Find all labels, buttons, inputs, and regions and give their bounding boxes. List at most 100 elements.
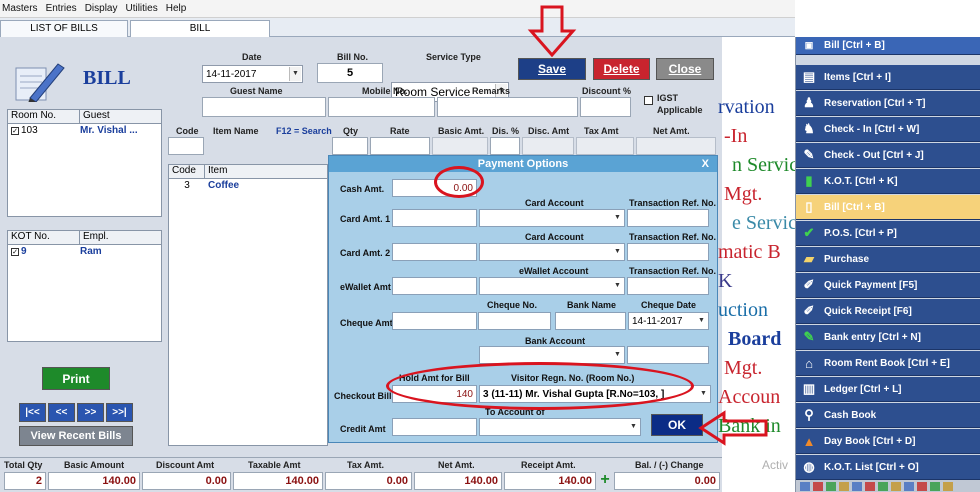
- tab-list-of-bills[interactable]: LIST OF BILLS: [0, 20, 128, 37]
- sidebar-item-bank-entry[interactable]: ✎ Bank entry [Ctrl + N]: [796, 325, 980, 350]
- item-code-input[interactable]: [168, 137, 204, 155]
- ok-button[interactable]: OK: [651, 414, 703, 436]
- dropdown-arrow-icon[interactable]: ▼: [696, 314, 707, 328]
- dis-pct-input[interactable]: [490, 137, 520, 155]
- shortcut-sidebar: ▣ Bill [Ctrl + B] ▤ Items [Ctrl + I] ♟ Res…: [795, 37, 980, 492]
- view-recent-bills-button[interactable]: View Recent Bills: [19, 426, 133, 446]
- discount-field[interactable]: [580, 97, 631, 117]
- guest-name-field[interactable]: [202, 97, 326, 117]
- sidebar-item-kot-list[interactable]: ◍ K.O.T. List [Ctrl + O]: [796, 455, 980, 480]
- card1-account-select[interactable]: ▼: [479, 209, 625, 227]
- card1-txn-ref-input[interactable]: [627, 209, 709, 227]
- cheque-date-label: Cheque Date: [641, 300, 697, 310]
- annotation-circle-checkout: [386, 362, 694, 410]
- sidebar-item-check-in[interactable]: ♞ Check - In [Ctrl + W]: [796, 117, 980, 142]
- bank-txn-ref-input[interactable]: [627, 346, 709, 364]
- ewallet-txn-ref-input[interactable]: [627, 277, 709, 295]
- sidebar-item-room-rent-book[interactable]: ⌂ Room Rent Book [Ctrl + E]: [796, 351, 980, 376]
- ewallet-amt-input[interactable]: [392, 277, 477, 295]
- sidebar-header[interactable]: ▣ Bill [Ctrl + B]: [796, 37, 980, 55]
- cheque-no-input[interactable]: [478, 312, 551, 330]
- tray-icon[interactable]: [930, 481, 940, 491]
- nav-first-button[interactable]: |<<: [19, 403, 46, 422]
- tray-icon[interactable]: [865, 481, 875, 491]
- dropdown-arrow-icon[interactable]: ▼: [612, 245, 623, 259]
- ewallet-label: eWallet Amt: [340, 282, 391, 292]
- tray-icon[interactable]: [917, 481, 927, 491]
- list-item[interactable]: ✓ 9 Ram: [8, 245, 161, 258]
- close-icon[interactable]: X: [702, 156, 709, 172]
- nav-next-button[interactable]: >>: [77, 403, 104, 422]
- to-account-select[interactable]: ▼: [479, 418, 641, 436]
- tray-icon[interactable]: [813, 481, 823, 491]
- txn-ref-label-1: Transaction Ref. No.: [629, 198, 717, 208]
- col-net-amt: Net Amt.: [653, 126, 690, 136]
- nav-last-button[interactable]: >>|: [106, 403, 133, 422]
- tray-icon[interactable]: [891, 481, 901, 491]
- dropdown-arrow-icon[interactable]: ▼: [612, 279, 623, 293]
- dropdown-arrow-icon[interactable]: ▼: [612, 211, 623, 225]
- card1-amt-input[interactable]: [392, 209, 477, 227]
- menu-entries[interactable]: Entries: [46, 3, 77, 14]
- tray-icon[interactable]: [852, 481, 862, 491]
- add-receipt-plus-icon[interactable]: +: [598, 472, 612, 488]
- save-button[interactable]: Save: [518, 58, 586, 80]
- menu-help[interactable]: Help: [166, 3, 187, 14]
- mobile-field[interactable]: [328, 97, 435, 117]
- card2-account-select[interactable]: ▼: [479, 243, 625, 261]
- dropdown-arrow-icon[interactable]: ▼: [289, 67, 301, 81]
- cheque-amt-input[interactable]: [392, 312, 477, 330]
- receipt-amt-label: Receipt Amt.: [521, 460, 576, 470]
- date-picker[interactable]: 14-11-2017 ▼: [202, 65, 303, 83]
- qty-input[interactable]: [332, 137, 368, 155]
- sidebar-item-ledger[interactable]: ▥ Ledger [Ctrl + L]: [796, 377, 980, 402]
- sidebar-item-purchase[interactable]: ▰ Purchase: [796, 247, 980, 272]
- sidebar-item-quick-receipt[interactable]: ✐ Quick Receipt [F6]: [796, 299, 980, 324]
- sidebar-item-bill[interactable]: ▯ Bill [Ctrl + B]: [796, 195, 980, 220]
- menu-masters[interactable]: Masters: [2, 3, 38, 14]
- menu-display[interactable]: Display: [85, 3, 118, 14]
- checkbox-checked-icon[interactable]: ✓: [11, 248, 19, 256]
- sidebar-item-kot[interactable]: ▮ K.O.T. [Ctrl + K]: [796, 169, 980, 194]
- print-button[interactable]: Print: [42, 367, 110, 390]
- tab-bill[interactable]: BILL: [130, 20, 270, 37]
- dropdown-arrow-icon[interactable]: ▼: [628, 420, 639, 434]
- remarks-field[interactable]: [437, 97, 578, 117]
- card2-amt-input[interactable]: [392, 243, 477, 261]
- menu-utilities[interactable]: Utilities: [125, 3, 157, 14]
- tray-icon[interactable]: [878, 481, 888, 491]
- bank-name-input[interactable]: [555, 312, 626, 330]
- igst-checkbox[interactable]: [644, 96, 653, 105]
- billno-field[interactable]: 5: [317, 63, 383, 83]
- sidebar-item-pos[interactable]: ✔ P.O.S. [Ctrl + P]: [796, 221, 980, 246]
- dropdown-arrow-icon[interactable]: ▼: [698, 387, 709, 401]
- tray-icon[interactable]: [904, 481, 914, 491]
- ewallet-account-select[interactable]: ▼: [479, 277, 625, 295]
- tray-icon[interactable]: [839, 481, 849, 491]
- cheque-date-picker[interactable]: 14-11-2017 ▼: [628, 312, 709, 330]
- list-item[interactable]: ✓ 103 Mr. Vishal ...: [8, 124, 161, 137]
- tray-icon[interactable]: [826, 481, 836, 491]
- table-row[interactable]: 3 Coffee: [169, 179, 327, 192]
- sidebar-item-items[interactable]: ▤ Items [Ctrl + I]: [796, 65, 980, 90]
- date-value: 14-11-2017: [206, 68, 257, 80]
- sidebar-item-reservation[interactable]: ♟ Reservation [Ctrl + T]: [796, 91, 980, 116]
- dropdown-arrow-icon[interactable]: ▼: [612, 348, 623, 362]
- card1-label: Card Amt. 1: [340, 214, 391, 224]
- sidebar-item-day-book[interactable]: ▲ Day Book [Ctrl + D]: [796, 429, 980, 454]
- credit-amt-input[interactable]: [392, 418, 477, 436]
- tray-icon[interactable]: [943, 481, 953, 491]
- close-button[interactable]: Close: [656, 58, 714, 80]
- tray-icon[interactable]: [800, 481, 810, 491]
- delete-button[interactable]: Delete: [593, 58, 650, 80]
- nav-prev-button[interactable]: <<: [48, 403, 75, 422]
- checkbox-checked-icon[interactable]: ✓: [11, 127, 19, 135]
- sidebar-item-quick-payment[interactable]: ✐ Quick Payment [F5]: [796, 273, 980, 298]
- basic-amt-input: [432, 137, 488, 155]
- sidebar-item-cash-book[interactable]: ⚲ Cash Book: [796, 403, 980, 428]
- col-qty: Qty: [343, 126, 359, 136]
- rate-input[interactable]: [370, 137, 430, 155]
- cash-label: Cash Amt.: [340, 184, 385, 194]
- sidebar-item-check-out[interactable]: ✎ Check - Out [Ctrl + J]: [796, 143, 980, 168]
- card2-txn-ref-input[interactable]: [627, 243, 709, 261]
